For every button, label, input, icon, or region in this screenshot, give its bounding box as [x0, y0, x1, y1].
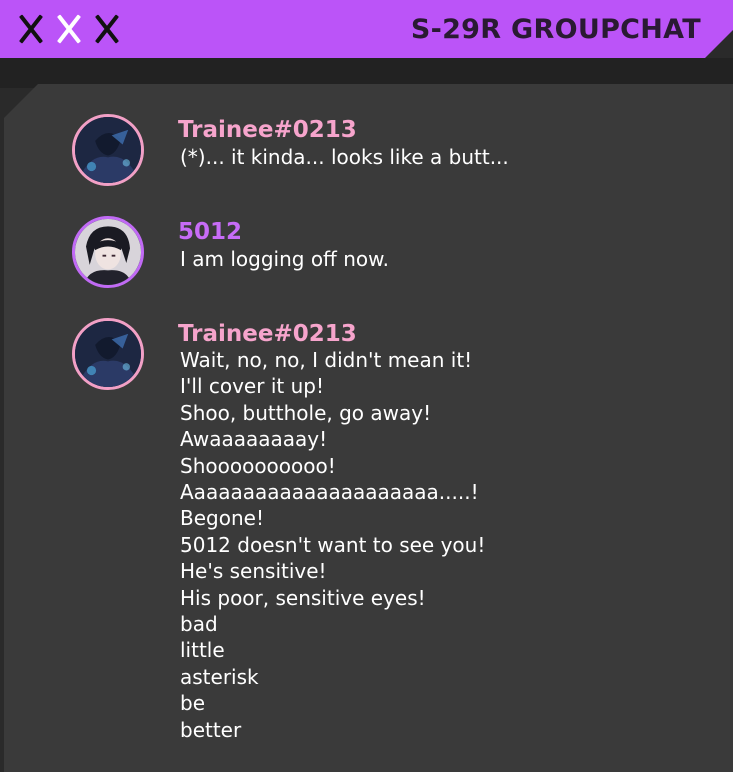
message-body: I am logging off now. — [180, 246, 389, 272]
message-line: I am logging off now. — [180, 247, 389, 271]
avatar[interactable] — [72, 318, 144, 390]
title-bar-shadow — [0, 58, 733, 88]
message-line: little — [180, 638, 225, 663]
close-icon[interactable] — [16, 12, 46, 46]
message-line: better — [180, 717, 242, 742]
window-controls — [16, 12, 122, 46]
message-line: Awaaaaaaaay! — [180, 427, 328, 452]
message-line: He's sensitive! — [180, 559, 327, 584]
message-line: Wait, no, no, I didn't mean it! — [180, 348, 473, 372]
message-line: Shoo, butthole, go away! — [180, 400, 432, 425]
message-body: (*)... it kinda... looks like a butt... — [180, 144, 509, 170]
message-line: I'll cover it up! — [180, 374, 324, 399]
message-line: Begone! — [180, 506, 264, 531]
window-title: S-29R GROUPCHAT — [410, 14, 701, 45]
chat-panel: Trainee#0213 (*)... it kinda... looks li… — [4, 84, 733, 772]
message-author: 5012 — [178, 219, 243, 245]
close-icon[interactable] — [92, 12, 122, 46]
message-line: His poor, sensitive eyes! — [180, 585, 426, 610]
message-line: bad — [180, 612, 218, 637]
close-icon[interactable] — [54, 12, 84, 46]
message-line: asterisk — [180, 664, 259, 689]
message-body: Wait, no, no, I didn't mean it! I'll cov… — [180, 347, 485, 743]
message-author: Trainee#0213 — [178, 321, 357, 347]
message-line: be — [180, 691, 205, 716]
message-line: 5012 doesn't want to see you! — [180, 532, 486, 557]
message-line: (*)... it kinda... looks like a butt... — [180, 145, 509, 169]
avatar[interactable] — [72, 216, 144, 288]
avatar[interactable] — [72, 114, 144, 186]
message-line: Aaaaaaaaaaaaaaaaaaaaa.....! — [180, 480, 479, 505]
message-author: Trainee#0213 — [178, 117, 357, 143]
message-line: Shoooooooooo! — [180, 453, 336, 478]
